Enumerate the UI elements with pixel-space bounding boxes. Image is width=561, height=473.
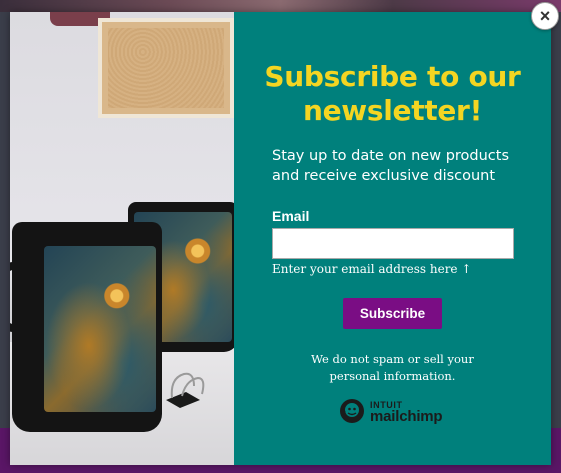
privacy-disclaimer: We do not spam or sell your personal inf… <box>311 352 474 383</box>
close-icon: × <box>539 5 551 26</box>
brand-mailchimp: mailchimp <box>370 408 443 425</box>
mug-front <box>12 222 162 432</box>
newsletter-modal: × Subscribe to our newsletter! Stay up t… <box>10 2 559 465</box>
background-left-strip <box>0 12 10 432</box>
background-header-image <box>0 0 561 12</box>
mailchimp-brand[interactable]: INTUIT mailchimp <box>338 397 443 425</box>
email-label: Email <box>272 208 310 224</box>
mailchimp-wordmark: INTUIT mailchimp <box>370 399 443 425</box>
modal-title: Subscribe to our newsletter! <box>264 60 521 127</box>
subscribe-button-wrap: Subscribe <box>264 298 521 329</box>
email-field[interactable] <box>272 228 514 259</box>
subscribe-button[interactable]: Subscribe <box>342 298 443 329</box>
signup-panel: × Subscribe to our newsletter! Stay up t… <box>234 2 559 465</box>
hero-image <box>10 12 234 465</box>
background-right-strip <box>551 12 561 432</box>
corkboard <box>98 18 234 118</box>
email-hint: Enter your email address here ↑ <box>272 262 472 276</box>
modal-description: Stay up to date on new products and rece… <box>272 148 510 184</box>
close-button[interactable]: × <box>531 2 559 30</box>
mailchimp-freddie-icon <box>340 399 364 423</box>
binder-clip-icon <box>166 372 205 408</box>
